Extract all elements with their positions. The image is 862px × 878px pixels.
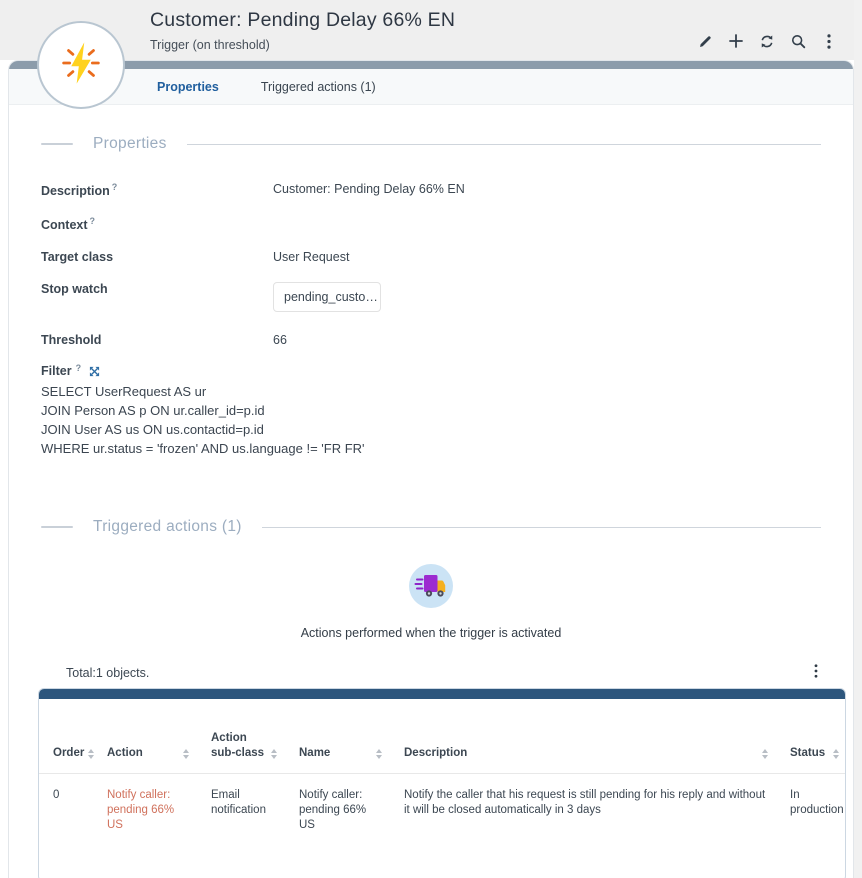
field-stop-watch: Stop watch pending_custo…: [41, 273, 821, 324]
oql-line: WHERE ur.status = 'frozen' AND us.langua…: [41, 439, 821, 458]
column-header-description[interactable]: Description: [390, 699, 776, 774]
properties-fields: Description? Customer: Pending Delay 66%…: [41, 173, 821, 458]
section-rule: [187, 144, 821, 145]
filter-query: SELECT UserRequest AS ur JOIN Person AS …: [41, 382, 821, 458]
page-title: Customer: Pending Delay 66% EN: [150, 9, 455, 32]
pencil-icon: [698, 34, 713, 49]
cell-action: Notify caller: pending 66% US: [93, 774, 197, 878]
section-rule: [262, 527, 821, 528]
sort-icon: [271, 749, 277, 761]
oql-line: JOIN Person AS p ON ur.caller_id=p.id: [41, 401, 821, 420]
plus-icon: [729, 34, 743, 48]
column-header-status[interactable]: Status: [776, 699, 846, 774]
add-button[interactable]: [727, 32, 745, 50]
edit-button[interactable]: [696, 32, 714, 50]
sort-icon: [762, 749, 768, 761]
section-dash: [41, 143, 73, 145]
field-label: Threshold: [41, 333, 101, 347]
cell-description: Notify the caller that his request is st…: [390, 774, 776, 878]
field-target-class: Target class User Request: [41, 241, 821, 273]
kebab-menu-icon: [814, 666, 818, 681]
help-marker[interactable]: ?: [90, 216, 96, 226]
tab-properties[interactable]: Properties: [157, 80, 219, 94]
search-button[interactable]: [789, 32, 807, 50]
vertical-scrollbar[interactable]: [854, 0, 862, 878]
sort-icon: [376, 749, 382, 761]
datatable-accent-bar: [39, 689, 845, 699]
triggered-actions-table-block: Total:1 objects. Order: [38, 664, 846, 878]
field-value: 66: [273, 333, 821, 347]
delivery-truck-icon: [409, 595, 453, 612]
table-row: 0 Notify caller: pending 66% US Email no…: [39, 774, 846, 878]
header-band: Customer: Pending Delay 66% EN Trigger (…: [0, 0, 854, 60]
column-header-name[interactable]: Name: [285, 699, 390, 774]
cell-action-subclass: Email notification: [197, 774, 285, 878]
field-label: Stop watch: [41, 282, 108, 296]
more-actions-button[interactable]: [820, 32, 838, 50]
class-medallion: [37, 21, 125, 109]
sort-icon: [88, 749, 94, 761]
page-subtitle: Trigger (on threshold): [150, 38, 270, 52]
help-marker[interactable]: ?: [112, 182, 118, 192]
refresh-button[interactable]: [758, 32, 776, 50]
object-toolbar: [696, 32, 838, 50]
card-accent-bar: [9, 61, 853, 69]
tab-triggered-actions[interactable]: Triggered actions (1): [261, 80, 376, 94]
stop-watch-value: pending_custo…: [273, 282, 381, 312]
field-label: Description: [41, 184, 110, 198]
field-context: Context?: [41, 207, 821, 241]
field-threshold: Threshold 66: [41, 324, 821, 356]
field-description: Description? Customer: Pending Delay 66%…: [41, 173, 821, 207]
table-total-count: Total:1 objects.: [66, 666, 149, 680]
datatable-panel: Order Action Action sub-class Name Descr…: [38, 688, 846, 878]
section-dash: [41, 526, 73, 528]
field-label: Filter: [41, 364, 72, 378]
search-icon: [791, 34, 806, 49]
column-header-action[interactable]: Action: [93, 699, 197, 774]
tab-bar: Properties Triggered actions (1): [9, 69, 853, 105]
triggered-actions-table: Order Action Action sub-class Name Descr…: [39, 699, 846, 878]
table-menu-button[interactable]: [810, 664, 822, 681]
cell-status: In production: [776, 774, 846, 878]
expand-icon[interactable]: [89, 366, 100, 377]
refresh-icon: [759, 34, 775, 49]
cell-order: 0: [39, 774, 93, 878]
kebab-menu-icon: [827, 34, 831, 49]
field-value: User Request: [273, 250, 821, 264]
object-details-card: Properties Triggered actions (1) Propert…: [8, 60, 854, 878]
cell-name: Notify caller: pending 66% US: [285, 774, 390, 878]
oql-line: SELECT UserRequest AS ur: [41, 382, 821, 401]
triggered-actions-section-header: Triggered actions (1): [41, 518, 821, 536]
help-marker[interactable]: ?: [76, 363, 82, 373]
field-value: Customer: Pending Delay 66% EN: [273, 182, 821, 196]
triggered-actions-section-title: Triggered actions (1): [93, 518, 242, 536]
properties-section-title: Properties: [93, 135, 167, 153]
column-header-order[interactable]: Order: [39, 699, 93, 774]
field-label: Context: [41, 218, 88, 232]
sort-icon: [833, 749, 839, 761]
sort-icon: [183, 749, 189, 761]
oql-line: JOIN User AS us ON us.contactid=p.id: [41, 420, 821, 439]
column-header-action-subclass[interactable]: Action sub-class: [197, 699, 285, 774]
lightning-bolt-icon: [55, 37, 107, 94]
relation-hero: Actions performed when the trigger is ac…: [41, 564, 821, 640]
properties-section-header: Properties: [41, 135, 821, 153]
field-filter: Filter? SELECT UserRequest AS ur JOIN P: [41, 364, 821, 458]
field-label: Target class: [41, 250, 113, 264]
relation-caption: Actions performed when the trigger is ac…: [41, 626, 821, 640]
action-link[interactable]: Notify caller: pending 66% US: [107, 789, 174, 831]
